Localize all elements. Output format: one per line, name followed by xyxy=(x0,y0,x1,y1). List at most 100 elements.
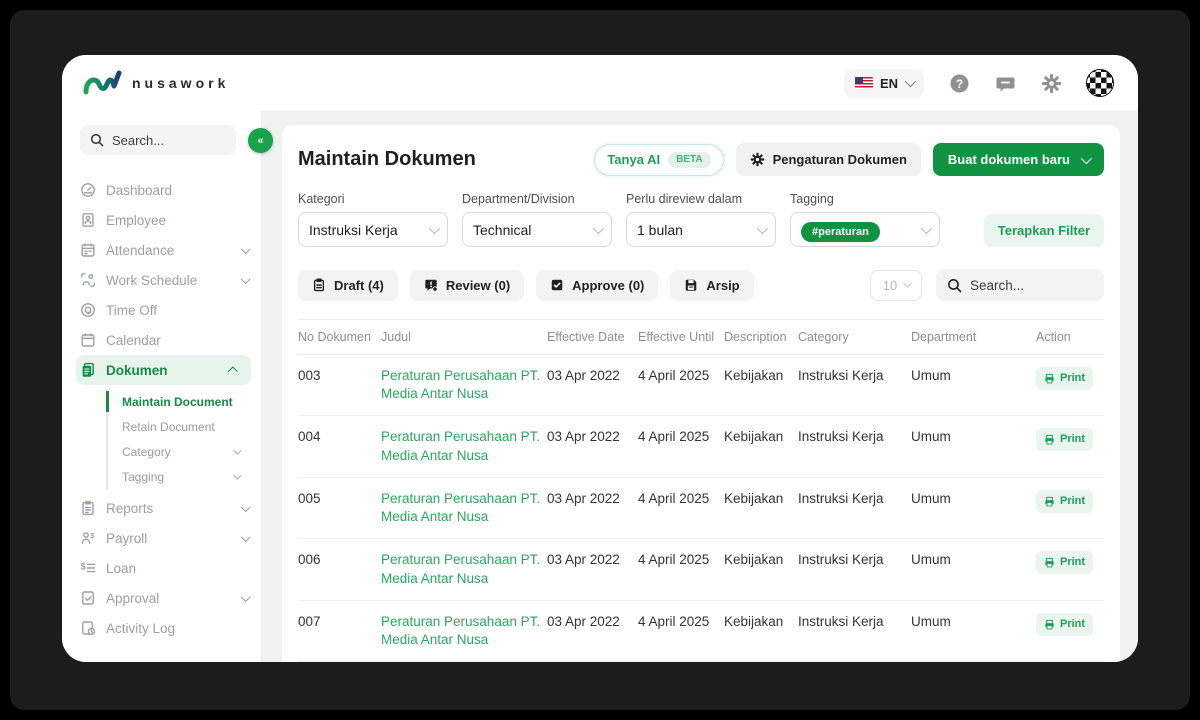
apply-filter-button[interactable]: Terapkan Filter xyxy=(983,214,1104,247)
chevron-down-icon xyxy=(903,279,912,288)
effective-date-cell: 03 Apr 2022 xyxy=(547,490,620,506)
help-button[interactable]: ? xyxy=(948,72,970,94)
sidebar-collapse-button[interactable]: « xyxy=(248,128,273,153)
kategori-select[interactable]: Instruksi Kerja xyxy=(298,212,448,247)
category-cell: Instruksi Kerja xyxy=(798,613,884,629)
gear-icon xyxy=(1041,73,1061,93)
submenu-item-retain-document[interactable]: Retain Document xyxy=(108,414,261,439)
work-schedule-icon xyxy=(80,272,96,288)
activity-log-icon xyxy=(80,620,96,636)
tanya-ai-button[interactable]: Tanya AI BETA xyxy=(594,143,724,176)
table-header-row: No Dokumen Judul Effective Date Effectiv… xyxy=(298,319,1104,355)
documents-table: No Dokumen Judul Effective Date Effectiv… xyxy=(298,319,1104,662)
create-document-label: Buat dokumen baru xyxy=(947,152,1070,167)
sidebar-item-dashboard[interactable]: Dashboard xyxy=(80,175,261,205)
settings-button[interactable] xyxy=(1040,72,1062,94)
gear-icon xyxy=(750,152,765,167)
table-search-input[interactable]: Search... xyxy=(936,269,1104,301)
chevron-down-icon xyxy=(240,531,250,542)
print-button[interactable]: Print xyxy=(1036,367,1094,390)
submenu-item-tagging[interactable]: Tagging xyxy=(108,464,261,489)
doc-number-cell: 005 xyxy=(298,490,321,506)
sidebar-item-work-schedule[interactable]: Work Schedule xyxy=(80,265,261,295)
language-selector[interactable]: EN xyxy=(843,68,924,98)
sidebar-item-calendar[interactable]: Calendar xyxy=(80,325,261,355)
chevron-down-icon xyxy=(920,222,933,234)
print-button[interactable]: Print xyxy=(1036,428,1094,452)
doc-title-link[interactable]: Peraturan Perusahaan PT. Media Antar Nus… xyxy=(381,539,547,599)
sidebar-nav: Dashboard Employee Attendance Work Sched… xyxy=(76,175,261,643)
user-avatar[interactable] xyxy=(1086,69,1114,97)
feedback-button[interactable] xyxy=(994,72,1016,94)
sidebar-item-loan[interactable]: $ Loan xyxy=(80,553,261,583)
sidebar-item-reports[interactable]: Reports xyxy=(80,493,261,523)
chevron-down-icon xyxy=(428,222,441,234)
sidebar-item-attendance[interactable]: Attendance xyxy=(80,235,261,265)
tab-draft[interactable]: Draft (4) xyxy=(298,269,398,301)
language-label: EN xyxy=(879,75,898,91)
doc-title-link[interactable]: Peraturan Perusahaan PT. Media Antar Nus… xyxy=(381,601,547,661)
printer-icon xyxy=(1045,435,1054,445)
print-button[interactable]: Print xyxy=(1036,612,1094,636)
table-row: 007 Peraturan Perusahaan PT. Media Antar… xyxy=(298,601,1104,662)
category-cell: Instruksi Kerja xyxy=(798,429,884,445)
printer-icon xyxy=(1045,496,1054,507)
status-tabs: Draft (4) Review (0) Approve (0) Arsip 1… xyxy=(298,269,1104,301)
approval-icon xyxy=(80,590,96,606)
tagging-select[interactable]: #peraturan xyxy=(790,212,940,247)
doc-title-link[interactable]: Peraturan Perusahaan PT. Media Antar Nus… xyxy=(381,355,547,415)
category-cell: Instruksi Kerja xyxy=(798,490,884,506)
department-cell: Umum xyxy=(911,613,951,629)
doc-number-cell: 003 xyxy=(298,368,321,383)
tab-review[interactable]: Review (0) xyxy=(409,269,525,301)
tab-arsip[interactable]: Arsip xyxy=(670,269,754,301)
chat-icon xyxy=(996,77,1014,91)
document-settings-button[interactable]: Pengaturan Dokumen xyxy=(735,143,921,176)
department-cell: Umum xyxy=(911,490,951,506)
chevron-down-icon xyxy=(756,222,769,234)
tanya-ai-label: Tanya AI xyxy=(607,152,661,167)
doc-title-link[interactable]: Peraturan Perusahaan PT. Media Antar Nus… xyxy=(381,478,547,538)
time-off-icon xyxy=(80,302,96,318)
department-cell: Umum xyxy=(911,552,951,568)
table-row: 006 Peraturan Perusahaan PT. Media Antar… xyxy=(298,539,1104,601)
attendance-icon xyxy=(80,242,96,258)
department-cell: Umum xyxy=(911,368,951,383)
print-button[interactable]: Print xyxy=(1036,489,1094,513)
create-document-button[interactable]: Buat dokumen baru xyxy=(932,143,1104,176)
department-select[interactable]: Technical xyxy=(462,212,612,247)
sidebar-item-payroll[interactable]: $ Payroll xyxy=(80,523,261,553)
effective-date-cell: 03 Apr 2022 xyxy=(547,368,620,383)
submenu-item-category[interactable]: Category xyxy=(108,439,261,464)
review-period-select[interactable]: 1 bulan xyxy=(626,212,776,247)
document-icon xyxy=(80,362,96,378)
tag-chip[interactable]: #peraturan xyxy=(801,221,880,242)
document-settings-label: Pengaturan Dokumen xyxy=(772,152,907,167)
sidebar-item-employee[interactable]: Employee xyxy=(80,205,261,235)
sidebar-item-time-off[interactable]: Time Off xyxy=(80,295,261,325)
doc-title-link[interactable]: Peraturan Perusahaan PT. Media Antar Nus… xyxy=(381,416,547,476)
filter-label-review: Perlu direview dalam xyxy=(626,192,743,206)
main-area: Maintain Dokumen Tanya AI BETA Pengatura… xyxy=(262,111,1138,662)
tab-approve[interactable]: Approve (0) xyxy=(536,269,659,301)
sidebar-item-activity-log[interactable]: Activity Log xyxy=(80,613,261,643)
per-page-select[interactable]: 10 xyxy=(870,269,922,301)
search-icon xyxy=(947,278,962,293)
svg-text:$: $ xyxy=(81,562,86,572)
sidebar-item-approval[interactable]: Approval xyxy=(80,583,261,613)
sidebar-search-input[interactable]: Search... xyxy=(80,125,236,155)
submenu-item-maintain-document[interactable]: Maintain Document xyxy=(106,389,261,414)
us-flag-icon xyxy=(854,77,873,89)
description-cell: Kebijakan xyxy=(724,368,784,383)
table-search-placeholder: Search... xyxy=(970,277,1025,293)
description-cell: Kebijakan xyxy=(724,613,784,629)
beta-badge: BETA xyxy=(668,151,711,168)
employee-icon xyxy=(80,212,96,228)
question-mark-icon: ? xyxy=(955,77,962,91)
archive-icon xyxy=(684,278,698,292)
loan-icon: $ xyxy=(80,560,96,576)
print-button[interactable]: Print xyxy=(1036,551,1094,575)
sidebar-item-dokumen[interactable]: Dokumen xyxy=(76,355,251,385)
filter-bar: Kategori Instruksi Kerja Department/Divi… xyxy=(298,192,1104,247)
chevron-down-icon xyxy=(1080,152,1093,164)
